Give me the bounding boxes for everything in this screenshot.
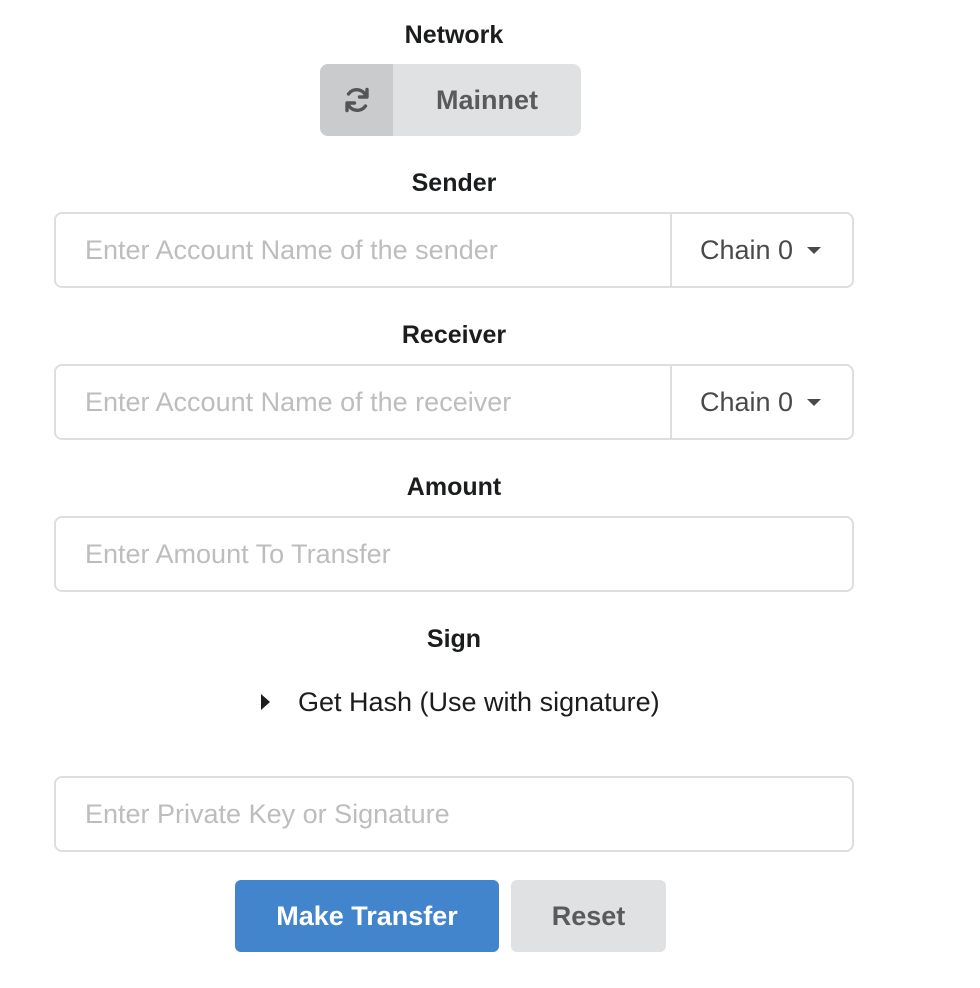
sender-account-input[interactable] (56, 214, 670, 286)
amount-input[interactable] (56, 518, 852, 590)
refresh-icon[interactable] (320, 64, 393, 136)
get-hash-toggle[interactable]: Get Hash (Use with signature) (258, 684, 660, 720)
network-label: Network (404, 21, 504, 49)
network-toggle-button[interactable]: Mainnet (320, 64, 581, 136)
amount-label: Amount (406, 473, 502, 501)
private-key-input-group (54, 776, 854, 852)
receiver-account-input[interactable] (56, 366, 670, 438)
sender-label: Sender (411, 169, 497, 197)
receiver-label: Receiver (401, 321, 507, 349)
sender-chain-value: Chain 0 (700, 234, 794, 265)
network-name: Mainnet (435, 84, 538, 115)
make-transfer-button[interactable]: Make Transfer (235, 880, 499, 952)
receiver-chain-value: Chain 0 (700, 386, 794, 417)
sign-label: Sign (426, 625, 482, 653)
reset-button[interactable]: Reset (511, 880, 666, 952)
sender-input-group: Chain 0 (54, 212, 854, 288)
amount-input-group (54, 516, 854, 592)
private-key-input[interactable] (56, 778, 852, 850)
caret-right-icon (261, 694, 270, 710)
receiver-input-group: Chain 0 (54, 364, 854, 440)
get-hash-label: Get Hash (Use with signature) (298, 686, 660, 717)
receiver-chain-dropdown[interactable]: Chain 0 (670, 366, 852, 438)
chevron-down-icon (807, 246, 822, 254)
sender-chain-dropdown[interactable]: Chain 0 (670, 214, 852, 286)
chevron-down-icon (807, 398, 822, 406)
